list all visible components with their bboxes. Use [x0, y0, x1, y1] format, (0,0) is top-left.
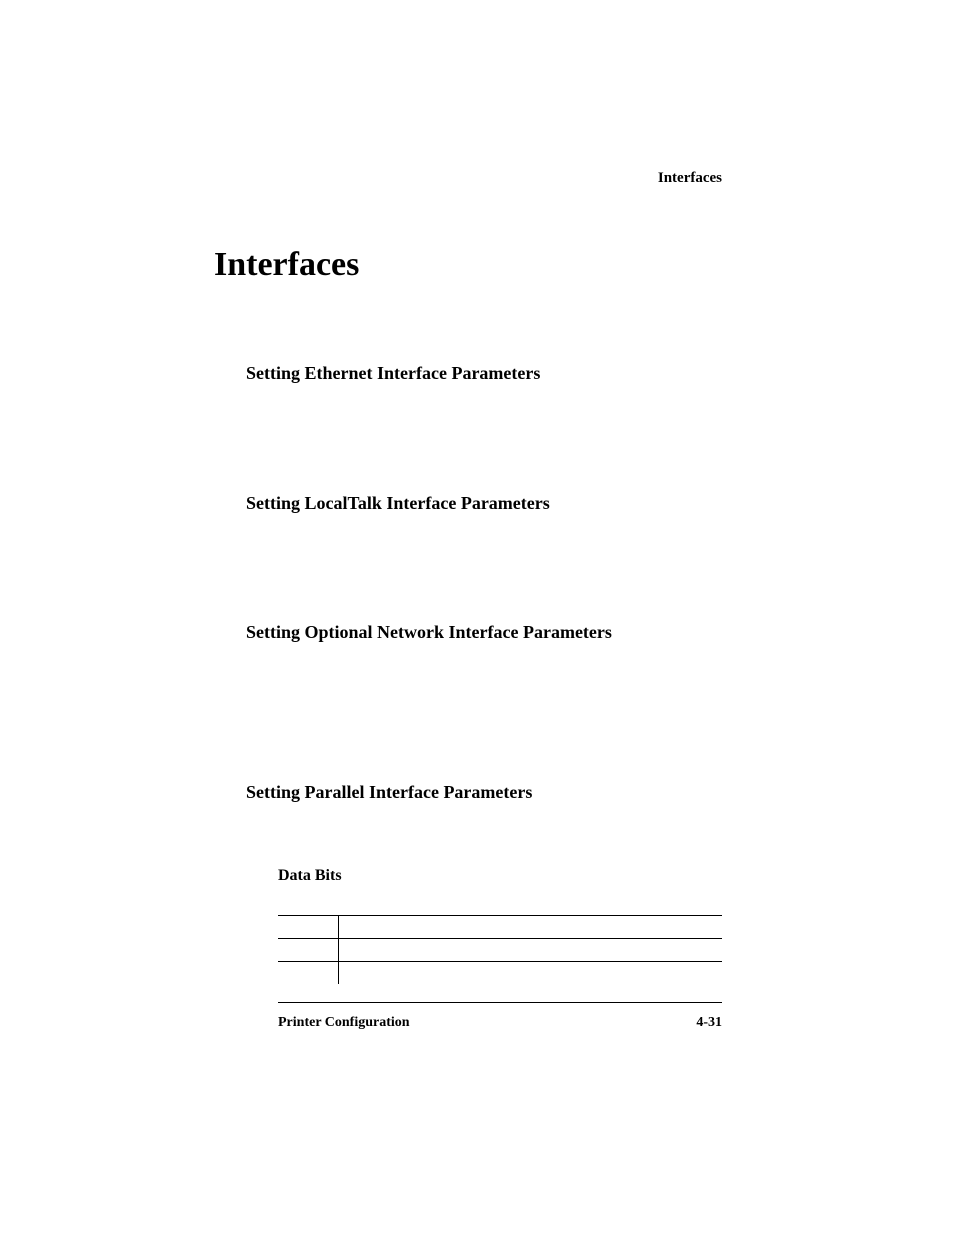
section-heading-localtalk: Setting LocalTalk Interface Parameters: [246, 490, 550, 517]
footer-left: Printer Configuration: [278, 1015, 410, 1031]
footer-page-number: 4-31: [696, 1015, 722, 1031]
section-heading-ethernet: Setting Ethernet Interface Parameters: [246, 360, 540, 387]
subsection-heading-databits: Data Bits: [278, 867, 342, 885]
section-heading-parallel: Setting Parallel Interface Parameters: [246, 779, 532, 806]
document-page: Interfaces Interfaces Setting Ethernet I…: [0, 0, 954, 1235]
table-row: [278, 916, 722, 939]
table-row: [278, 962, 722, 985]
section-heading-optional: Setting Optional Network Interface Param…: [246, 619, 646, 646]
running-header: Interfaces: [658, 170, 722, 187]
footer-rule: [278, 1002, 722, 1003]
page-title: Interfaces: [214, 246, 359, 284]
table-row: [278, 939, 722, 962]
data-bits-table: [278, 915, 722, 984]
